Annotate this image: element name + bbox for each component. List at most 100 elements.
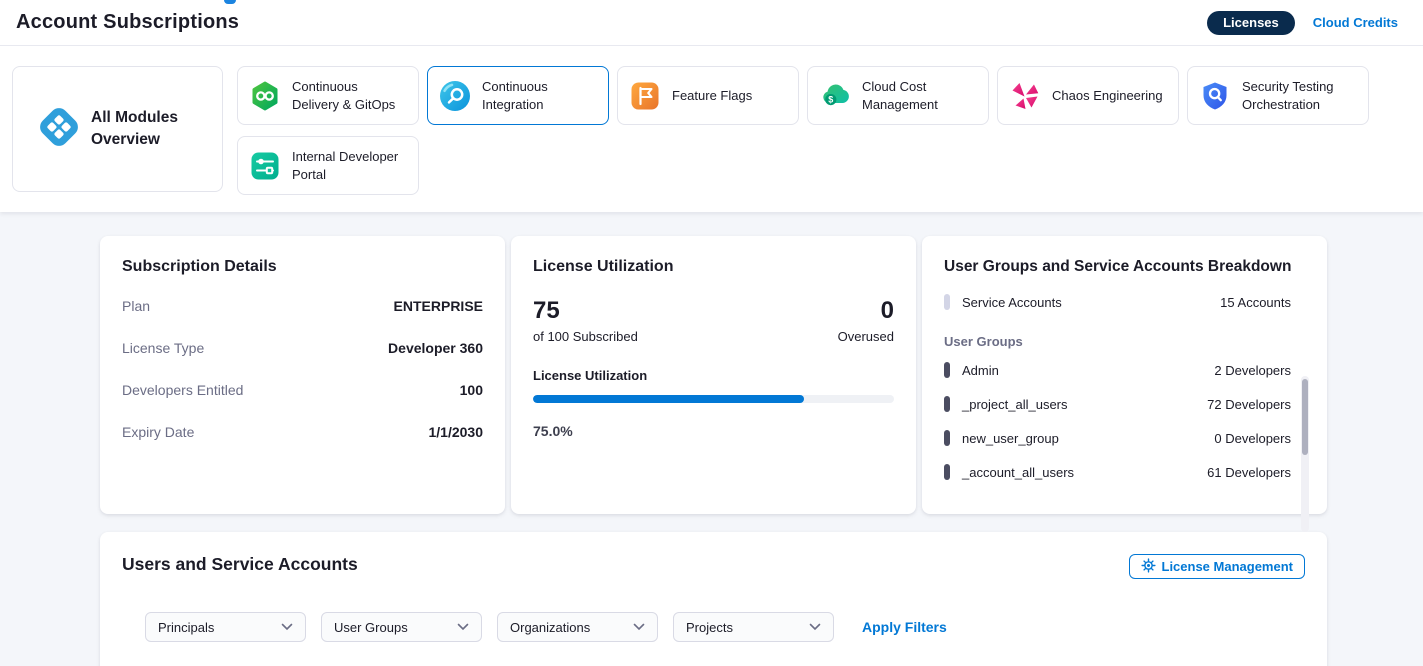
- module-tile-ccm[interactable]: $ Cloud Cost Management: [807, 66, 989, 125]
- user-group-row: _project_all_users 72 Developers: [944, 387, 1305, 421]
- detail-value: 1/1/2030: [429, 424, 484, 440]
- group-marker: [944, 464, 950, 480]
- group-marker: [944, 396, 950, 412]
- group-name: new_user_group: [962, 431, 1059, 446]
- cloud-credits-tab[interactable]: Cloud Credits: [1313, 15, 1398, 30]
- dropdown-label: User Groups: [334, 620, 408, 635]
- header-tabs: Licenses Cloud Credits: [1207, 11, 1398, 35]
- top-section: Account Subscriptions Licenses Cloud Cre…: [0, 0, 1423, 212]
- cd-gitops-icon: [250, 81, 280, 111]
- license-utilization-title: License Utilization: [533, 258, 894, 276]
- module-tile-label: Cloud Cost Management: [862, 78, 978, 113]
- module-tile-label: Security Testing Orchestration: [1242, 78, 1358, 113]
- group-value: 61 Developers: [1207, 465, 1291, 480]
- dropdown-label: Organizations: [510, 620, 590, 635]
- module-tile-idp[interactable]: Internal Developer Portal: [237, 136, 419, 195]
- projects-dropdown[interactable]: Projects: [673, 612, 834, 642]
- internal-dev-portal-icon: [250, 151, 280, 181]
- license-management-button[interactable]: License Management: [1129, 554, 1306, 579]
- module-tile-label: Chaos Engineering: [1052, 87, 1163, 105]
- detail-row-expiry-date: Expiry Date 1/1/2030: [122, 414, 483, 450]
- module-tile-ce[interactable]: Chaos Engineering: [997, 66, 1179, 125]
- breakdown-title: User Groups and Service Accounts Breakdo…: [944, 258, 1305, 276]
- detail-value: Developer 360: [388, 340, 483, 356]
- used-block: 75 of 100 Subscribed: [533, 298, 638, 344]
- utilization-percent: 75.0%: [533, 423, 894, 439]
- subscription-details-title: Subscription Details: [122, 258, 483, 276]
- user-groups-heading: User Groups: [944, 334, 1305, 349]
- group-name: _account_all_users: [962, 465, 1074, 480]
- module-tile-cd[interactable]: Continuous Delivery & GitOps: [237, 66, 419, 125]
- chevron-down-icon: [281, 623, 293, 631]
- module-tile-sto[interactable]: Security Testing Orchestration: [1187, 66, 1369, 125]
- detail-label: Plan: [122, 298, 150, 314]
- dropdown-label: Principals: [158, 620, 214, 635]
- module-tile-label: Continuous Delivery & GitOps: [292, 78, 408, 113]
- detail-label: Expiry Date: [122, 424, 194, 440]
- module-tiles: Continuous Delivery & GitOps: [237, 66, 1369, 195]
- modules-row: All Modules Overview Continu: [0, 46, 1423, 195]
- module-tile-ff[interactable]: Feature Flags: [617, 66, 799, 125]
- detail-row-license-type: License Type Developer 360: [122, 330, 483, 366]
- group-value: 0 Developers: [1214, 431, 1291, 446]
- license-management-label: License Management: [1162, 559, 1294, 574]
- service-accounts-value: 15 Accounts: [1220, 295, 1291, 310]
- page-header: Account Subscriptions Licenses Cloud Cre…: [0, 0, 1423, 46]
- group-marker: [944, 430, 950, 446]
- user-group-row: new_user_group 0 Developers: [944, 421, 1305, 455]
- security-testing-icon: [1200, 81, 1230, 111]
- chevron-down-icon: [633, 623, 645, 631]
- users-section-header: Users and Service Accounts License Manag…: [122, 554, 1305, 579]
- group-list-scrollbar: [1301, 376, 1309, 532]
- all-modules-overview-card[interactable]: All Modules Overview: [12, 66, 223, 192]
- used-count: 75: [533, 298, 638, 324]
- module-tile-ci[interactable]: Continuous Integration: [427, 66, 609, 125]
- page-title: Account Subscriptions: [16, 11, 239, 34]
- apply-filters-link[interactable]: Apply Filters: [862, 619, 947, 635]
- utilization-progress-track: [533, 395, 894, 403]
- used-caption: of 100 Subscribed: [533, 329, 638, 344]
- breakdown-card: User Groups and Service Accounts Breakdo…: [922, 236, 1327, 514]
- usage-summary: 75 of 100 Subscribed 0 Overused: [533, 298, 894, 344]
- module-tile-label: Feature Flags: [672, 87, 752, 105]
- summary-cards-row: Subscription Details Plan ENTERPRISE Lic…: [100, 236, 1423, 514]
- filters-row: Principals User Groups Organizations Pro…: [145, 612, 1305, 642]
- chevron-down-icon: [809, 623, 821, 631]
- overused-count: 0: [838, 298, 894, 324]
- utilization-progress-fill: [533, 395, 804, 403]
- principals-dropdown[interactable]: Principals: [145, 612, 306, 642]
- gear-icon: [1141, 558, 1156, 576]
- chevron-down-icon: [457, 623, 469, 631]
- detail-label: License Type: [122, 340, 204, 356]
- module-tiles-row-1: Continuous Delivery & GitOps: [237, 66, 1369, 125]
- group-name: _project_all_users: [962, 397, 1068, 412]
- user-group-list: Admin 2 Developers _project_all_users 72…: [944, 353, 1305, 489]
- user-groups-dropdown[interactable]: User Groups: [321, 612, 482, 642]
- group-marker: [944, 362, 950, 378]
- user-group-row: _account_all_users 61 Developers: [944, 455, 1305, 489]
- feature-flags-icon: [630, 81, 660, 111]
- service-accounts-row: Service Accounts 15 Accounts: [944, 294, 1305, 310]
- utilization-bar-label: License Utilization: [533, 368, 894, 383]
- licenses-tab[interactable]: Licenses: [1207, 11, 1295, 35]
- service-accounts-marker: [944, 294, 950, 310]
- organizations-dropdown[interactable]: Organizations: [497, 612, 658, 642]
- group-value: 2 Developers: [1214, 363, 1291, 378]
- users-service-accounts-card: Users and Service Accounts License Manag…: [100, 532, 1327, 666]
- group-value: 72 Developers: [1207, 397, 1291, 412]
- detail-value: ENTERPRISE: [394, 298, 483, 314]
- content-area: Subscription Details Plan ENTERPRISE Lic…: [0, 212, 1423, 666]
- group-list-scrollbar-thumb[interactable]: [1302, 379, 1308, 455]
- svg-text:$: $: [828, 94, 833, 104]
- detail-label: Developers Entitled: [122, 382, 243, 398]
- ci-icon: [440, 81, 470, 111]
- detail-value: 100: [460, 382, 483, 398]
- user-group-row: Admin 2 Developers: [944, 353, 1305, 387]
- users-section-title: Users and Service Accounts: [122, 554, 358, 575]
- detail-row-plan: Plan ENTERPRISE: [122, 288, 483, 324]
- subscription-detail-rows: Plan ENTERPRISE License Type Developer 3…: [122, 288, 483, 450]
- module-tiles-row-2: Internal Developer Portal: [237, 136, 1369, 195]
- service-accounts-label: Service Accounts: [962, 295, 1062, 310]
- module-tile-label: Internal Developer Portal: [292, 148, 408, 183]
- subscription-details-card: Subscription Details Plan ENTERPRISE Lic…: [100, 236, 505, 514]
